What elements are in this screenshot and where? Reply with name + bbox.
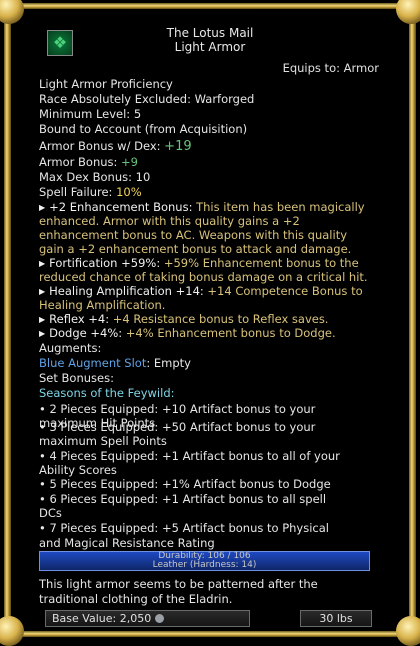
frame-corner-ornament — [396, 616, 420, 646]
set-bonus-line: maximum Spell Points — [39, 434, 167, 448]
set-bonus-line: and Magical Resistance Rating — [39, 536, 215, 550]
set-bonus-line: • 5 Pieces Equipped: +1% Artifact bonus … — [39, 477, 331, 491]
binding-line: Bound to Account (from Acquisition) — [39, 122, 248, 136]
set-bonus-line: Ability Scores — [39, 463, 117, 477]
description-line: This light armor seems to be patterned a… — [39, 577, 318, 591]
frame-top — [20, 3, 400, 9]
effect-name: Dodge +4%: — [49, 326, 123, 340]
base-value: 2,050 — [119, 612, 152, 625]
effect-desc: +4% Enhancement bonus to Dodge. — [122, 326, 336, 340]
set-bonus-line: • 3 Pieces Equipped: +50 Artifact bonus … — [39, 420, 316, 434]
effect-name: +2 Enhancement Bonus: — [49, 200, 193, 214]
expand-triangle-icon: ▶ — [39, 287, 46, 296]
expand-triangle-icon: ▶ — [39, 315, 46, 324]
augments-label: Augments: — [39, 341, 102, 355]
item-type: Light Armor — [174, 40, 246, 54]
weight-value: 30 lbs — [319, 612, 353, 625]
effect-name: Healing Amplification +14: — [49, 284, 204, 298]
max-dex-bonus: Max Dex Bonus: 10 — [39, 170, 150, 184]
set-bonus-line: • 2 Pieces Equipped: +10 Artifact bonus … — [39, 402, 316, 416]
requirement-line: Light Armor Proficiency — [39, 77, 173, 91]
effect-healing-amplification[interactable]: ▶ Healing Amplification +14: +14 Competen… — [39, 284, 363, 298]
effect-desc: +14 Competence Bonus to — [203, 284, 363, 298]
effect-desc: +59% Enhancement bonus to the — [160, 256, 359, 270]
stat-label: Armor Bonus: — [39, 155, 118, 169]
stat-label: Armor Bonus w/ Dex: — [39, 139, 161, 153]
base-value-box: Base Value: 2,050 — [45, 610, 250, 627]
effect-desc: enhancement bonus to AC. Weapons with th… — [39, 228, 348, 242]
expand-triangle-icon: ▶ — [39, 259, 46, 268]
augment-slot[interactable]: Blue Augment Slot: Empty — [39, 356, 191, 370]
stat-label: Max Dex Bonus: — [39, 170, 132, 184]
effect-name: Fortification +59%: — [49, 256, 161, 270]
effect-desc: This item has been magically — [192, 200, 365, 214]
frame-bottom — [20, 631, 400, 637]
effect-desc: Healing Amplification. — [39, 298, 166, 312]
effect-dodge[interactable]: ▶ Dodge +4%: +4% Enhancement bonus to Dod… — [39, 326, 336, 340]
requirement-line: Minimum Level: 5 — [39, 107, 142, 121]
description-line: traditional clothing of the Eladrin. — [39, 592, 233, 606]
expand-triangle-icon: ▶ — [39, 203, 46, 212]
material-text: Leather (Hardness: 14) — [152, 560, 257, 570]
stat-value: +19 — [164, 139, 192, 154]
stat-value: 10% — [116, 185, 142, 199]
stat-value: +9 — [121, 155, 138, 169]
frame-left — [4, 20, 11, 620]
stat-value: 10 — [135, 170, 151, 184]
set-bonus-line: • 4 Pieces Equipped: +1 Artifact bonus t… — [39, 449, 340, 463]
effect-fortification[interactable]: ▶ Fortification +59%: +59% Enhancement bo… — [39, 256, 359, 270]
frame-right — [409, 20, 416, 620]
effect-desc: reduced chance of taking bonus damage on… — [39, 270, 368, 284]
expand-triangle-icon: ▶ — [39, 329, 46, 338]
coin-icon — [155, 614, 165, 623]
set-bonuses-label: Set Bonuses: — [39, 371, 114, 385]
set-bonus-line: DCs — [39, 506, 62, 520]
effect-name: Reflex +4: — [49, 312, 110, 326]
durability-bar: Durability: 106 / 106 Leather (Hardness:… — [39, 551, 370, 571]
equip-slot: Equips to: Armor — [282, 61, 379, 75]
armor-bonus-dex: Armor Bonus w/ Dex: +19 — [39, 139, 192, 154]
stat-label: Spell Failure: — [39, 185, 113, 199]
effect-desc: +4 Resistance bonus to Reflex saves. — [109, 312, 329, 326]
effect-reflex[interactable]: ▶ Reflex +4: +4 Resistance bonus to Refle… — [39, 312, 328, 326]
spell-failure: Spell Failure: 10% — [39, 185, 142, 199]
effect-desc: enhanced. Armor with this quality gains … — [39, 214, 300, 228]
armor-bonus: Armor Bonus: +9 — [39, 155, 138, 169]
frame-corner-ornament — [0, 616, 24, 646]
effect-desc: gain a +2 enhancement bonus to attack an… — [39, 242, 352, 256]
item-name: The Lotus Mail — [166, 26, 254, 40]
set-bonus-line: • 6 Pieces Equipped: +1 Artifact bonus t… — [39, 492, 327, 506]
set-bonus-line: • 7 Pieces Equipped: +5 Artifact bonus t… — [39, 521, 329, 535]
effect-enhancement[interactable]: ▶ +2 Enhancement Bonus: This item has bee… — [39, 200, 365, 214]
set-name: Seasons of the Feywild: — [39, 386, 175, 400]
requirement-line: Race Absolutely Excluded: Warforged — [39, 92, 255, 106]
augment-slot-name: Blue Augment Slot — [39, 356, 147, 370]
weight-box: 30 lbs — [300, 610, 372, 627]
augment-slot-value: : Empty — [146, 356, 191, 370]
base-value-label: Base Value: — [52, 612, 117, 625]
